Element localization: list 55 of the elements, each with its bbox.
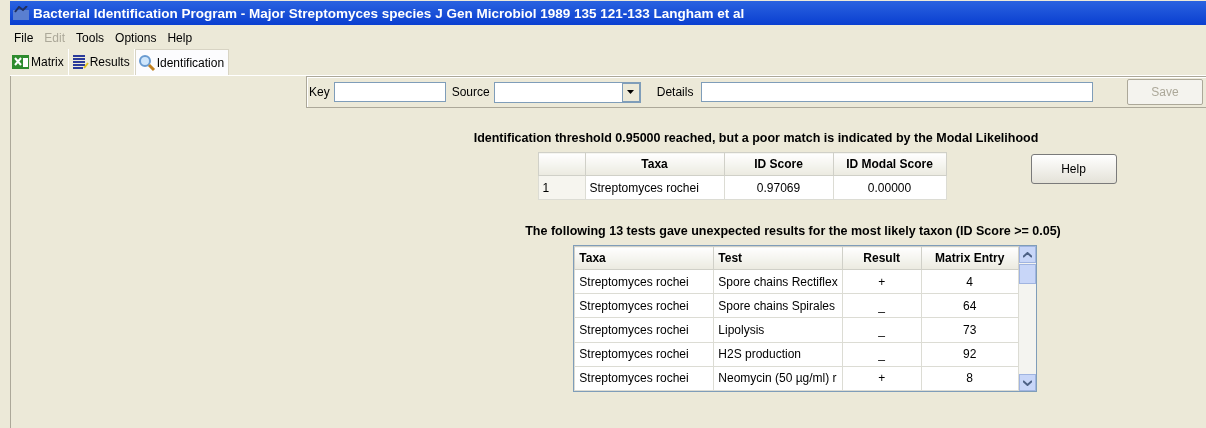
scroll-down-icon xyxy=(1022,379,1032,386)
list-icon xyxy=(70,54,89,70)
table-cell: _ xyxy=(842,293,922,318)
result-message: Identification threshold 0.95000 reached, but a poor match is indicated by the Modal Likelihood xyxy=(473,131,1039,145)
table-cell: Neomycin (50 µg/ml) r xyxy=(713,366,843,391)
tab[interactable]: Matrix xyxy=(10,49,69,75)
table-cell: Spore chains Spirales xyxy=(713,293,843,318)
column-header: ID Modal Score xyxy=(833,152,946,176)
column-header: ID Score xyxy=(724,152,833,176)
details-field[interactable] xyxy=(701,82,1094,102)
table-cell: H2S production xyxy=(713,342,843,367)
scroll-up-icon xyxy=(1022,251,1032,258)
tab[interactable]: Identification xyxy=(134,49,230,75)
details-label: Details xyxy=(656,85,695,99)
window-title: Bacterial Identification Program - Major Streptomyces species J Gen Microbiol 1989 135 121-133 Langham et al xyxy=(33,5,745,21)
column-header: Matrix Entry xyxy=(921,246,1019,270)
column-header: Test xyxy=(713,246,843,270)
menu-item[interactable]: Options xyxy=(111,31,164,45)
table-cell: Streptomyces rochei xyxy=(585,175,724,200)
table-cell: + xyxy=(842,366,922,391)
table-cell: 92 xyxy=(921,342,1019,367)
table-cell: Streptomyces rochei xyxy=(574,342,714,367)
table-cell: 73 xyxy=(921,317,1019,343)
app-icon xyxy=(13,6,29,20)
source-label: Source xyxy=(451,85,491,99)
column-header: Result xyxy=(842,246,922,270)
table-cell: Streptomyces rochei xyxy=(574,317,714,343)
menu-item[interactable]: Help xyxy=(163,31,200,45)
table-cell: 0.00000 xyxy=(833,175,946,200)
table-cell: 1 xyxy=(538,175,585,200)
key-label: Key xyxy=(309,85,331,99)
table-cell: + xyxy=(842,269,922,294)
column-header xyxy=(538,152,585,176)
help-button[interactable]: Help xyxy=(1030,154,1117,184)
caret-icon xyxy=(627,90,635,94)
tests-message: The following 13 tests gave unexpected results for the most likely taxon (ID Score >= 0.05) xyxy=(524,224,1061,238)
table-cell: Spore chains Rectiflex xyxy=(713,269,843,294)
table-cell: Streptomyces rochei xyxy=(574,269,714,294)
table-cell: 4 xyxy=(921,269,1019,294)
spreadsheet-icon xyxy=(12,54,30,70)
menu-item[interactable]: Tools xyxy=(72,31,112,45)
column-header: Taxa xyxy=(585,152,724,176)
table-cell: 8 xyxy=(921,366,1019,391)
table-cell: _ xyxy=(842,342,922,367)
table-cell: _ xyxy=(842,317,922,343)
column-header: Taxa xyxy=(574,246,714,270)
table-cell: 64 xyxy=(921,293,1019,318)
key-field[interactable] xyxy=(333,82,446,102)
table-cell: Streptomyces rochei xyxy=(574,293,714,318)
search-icon xyxy=(137,53,156,72)
table-cell: Streptomyces rochei xyxy=(574,366,714,391)
table-cell: Lipolysis xyxy=(713,317,843,343)
source-dropdown[interactable] xyxy=(493,81,641,103)
table-cell: 0.97069 xyxy=(724,175,833,200)
menu-item[interactable]: File xyxy=(10,31,41,45)
